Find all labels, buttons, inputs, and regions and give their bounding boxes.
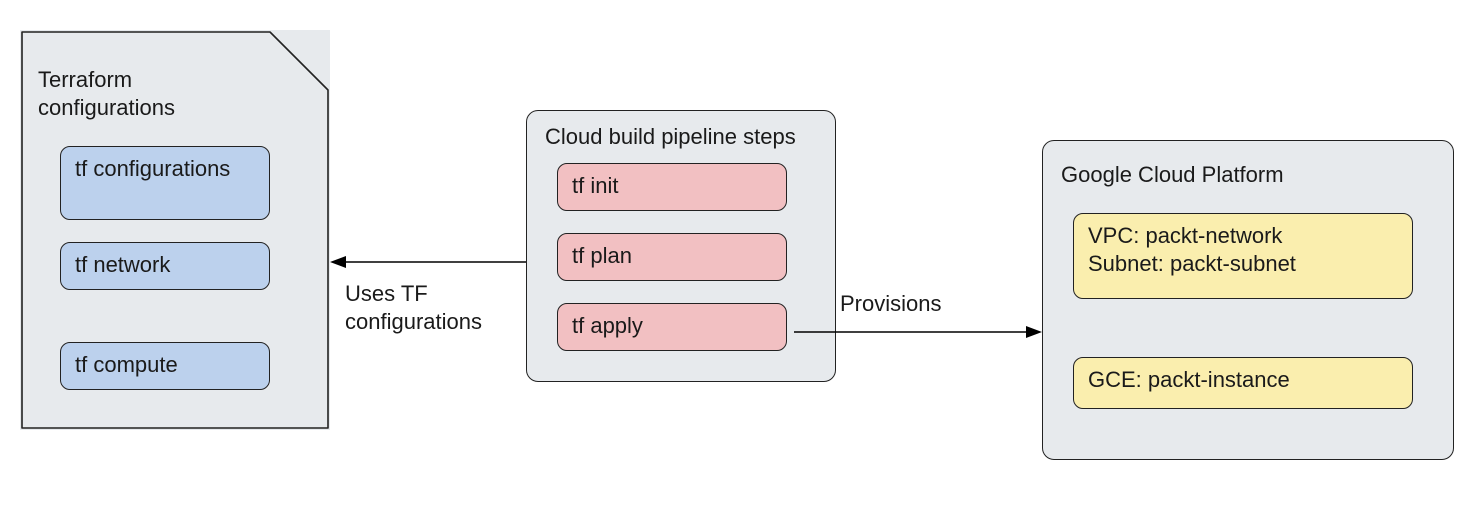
- arrow-uses-label: Uses TF configurations: [345, 280, 482, 336]
- pipeline-step-init: tf init: [557, 163, 787, 211]
- gcp-panel: Google Cloud Platform VPC: packt-network…: [1042, 140, 1454, 460]
- gcp-title: Google Cloud Platform: [1061, 161, 1284, 189]
- terraform-panel: Terraform configurations tf configuratio…: [20, 30, 330, 430]
- terraform-item-network: tf network: [60, 242, 270, 290]
- gcp-resource-gce: GCE: packt-instance: [1073, 357, 1413, 409]
- pipeline-step-apply: tf apply: [557, 303, 787, 351]
- terraform-item-configurations: tf configurations: [60, 146, 270, 220]
- arrow-uses-tf: [330, 252, 526, 272]
- pipeline-panel: Cloud build pipeline steps tf init tf pl…: [526, 110, 836, 382]
- pipeline-title: Cloud build pipeline steps: [545, 123, 796, 151]
- arrow-provisions-label: Provisions: [840, 290, 941, 318]
- gcp-resource-network: VPC: packt-network Subnet: packt-subnet: [1073, 213, 1413, 299]
- terraform-item-compute: tf compute: [60, 342, 270, 390]
- pipeline-step-plan: tf plan: [557, 233, 787, 281]
- arrow-provisions: [794, 322, 1042, 342]
- terraform-title: Terraform configurations: [38, 66, 175, 122]
